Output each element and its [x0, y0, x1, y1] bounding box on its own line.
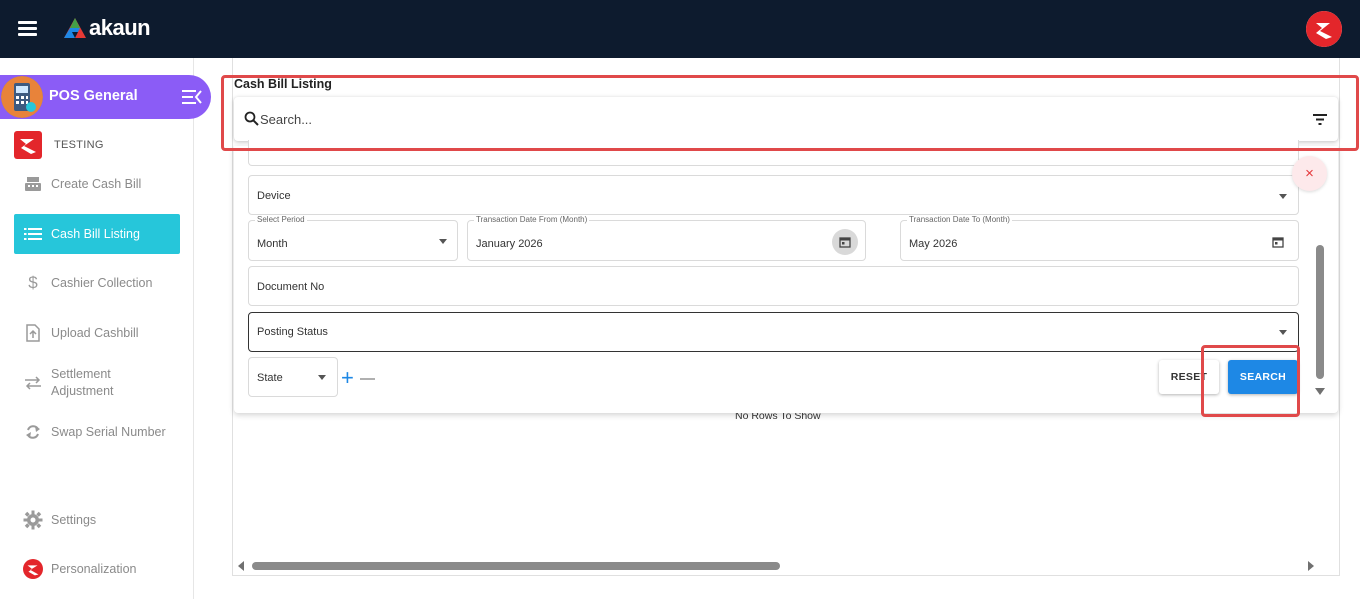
scroll-left-arrow-icon[interactable]	[238, 561, 244, 571]
dropdown-arrow-icon	[1279, 194, 1287, 199]
add-condition-icon[interactable]: +	[341, 367, 354, 389]
sidebar-item-settings[interactable]: Settings	[14, 500, 180, 540]
search-button-highlight	[1201, 345, 1300, 417]
dropdown-arrow-icon	[439, 239, 447, 244]
org-logo-icon	[23, 558, 43, 580]
select-period-value: Month	[257, 238, 288, 250]
user-avatar[interactable]	[1306, 11, 1342, 47]
sidebar-item-label: Upload Cashbill	[51, 326, 139, 340]
swap-arrows-icon	[23, 376, 43, 390]
pos-app-icon	[1, 76, 43, 118]
calendar-icon	[1272, 237, 1284, 248]
horizontal-scrollbar[interactable]	[233, 558, 1319, 573]
sidebar-item-personalization[interactable]: Personalization	[14, 549, 180, 589]
transaction-date-to-field[interactable]: Transaction Date To (Month) May 2026	[900, 215, 1299, 261]
sidebar-item-cash-bill-listing[interactable]: Cash Bill Listing	[14, 214, 180, 254]
state-dropdown[interactable]: State	[248, 357, 338, 397]
sidebar-item-cashier-collection[interactable]: $ Cashier Collection	[14, 263, 180, 303]
horizontal-scrollbar-thumb[interactable]	[252, 562, 780, 570]
app-switcher[interactable]: POS General	[0, 75, 211, 119]
label-line-2: Adjustment	[51, 384, 114, 398]
top-bar: akaun	[0, 0, 1360, 58]
calendar-icon	[839, 237, 851, 248]
posting-status-placeholder: Posting Status	[257, 326, 328, 338]
dropdown-arrow-icon	[318, 375, 326, 380]
sidebar-item-label: Settings	[51, 513, 97, 527]
upload-file-icon	[23, 324, 43, 342]
close-icon: ×	[1305, 165, 1314, 182]
collapse-sidebar-icon[interactable]	[181, 88, 203, 106]
device-placeholder: Device	[257, 190, 291, 202]
cash-register-icon	[23, 176, 43, 192]
calendar-button-to[interactable]	[1265, 229, 1291, 255]
calendar-button-from[interactable]	[832, 229, 858, 255]
org-logo-icon	[14, 131, 42, 159]
transaction-date-from-field[interactable]: Transaction Date From (Month) January 20…	[467, 215, 866, 261]
sidebar-item-swap-serial-number[interactable]: Swap Serial Number	[14, 412, 180, 452]
state-label: State	[257, 372, 283, 384]
dollar-icon: $	[28, 273, 38, 292]
select-period-dropdown[interactable]: Select Period Month	[248, 215, 458, 261]
sidebar-item-create-cash-bill[interactable]: Create Cash Bill	[14, 164, 180, 204]
brand-name: akaun	[89, 15, 151, 40]
sidebar: POS General TESTING Create Cash Bill Cas…	[0, 58, 211, 599]
sidebar-item-upload-cashbill[interactable]: Upload Cashbill	[14, 313, 180, 353]
search-bar-highlight	[221, 75, 1359, 151]
sidebar-item-label: Cash Bill Listing	[51, 227, 140, 241]
device-select[interactable]: Device	[248, 175, 1299, 215]
remove-condition-icon[interactable]	[360, 378, 375, 380]
scroll-down-arrow-icon[interactable]	[1315, 388, 1325, 395]
sidebar-item-label: Settlement Adjustment	[51, 366, 114, 400]
document-no-placeholder: Document No	[257, 281, 325, 293]
sidebar-item-label: Cashier Collection	[51, 276, 153, 290]
date-to-label: Transaction Date To (Month)	[907, 215, 1012, 224]
date-from-value: January 2026	[476, 238, 543, 250]
label-line-1: Settlement	[51, 367, 111, 381]
sidebar-item-label: Create Cash Bill	[51, 177, 142, 191]
akaun-logo-icon	[64, 18, 86, 38]
scroll-right-arrow-icon[interactable]	[1308, 561, 1314, 571]
sidebar-item-label: Swap Serial Number	[51, 425, 166, 439]
sidebar-item-settlement-adjustment[interactable]: Settlement Adjustment	[14, 363, 180, 403]
vertical-scrollbar-thumb[interactable]	[1316, 245, 1324, 379]
list-icon	[23, 227, 43, 241]
dropdown-arrow-icon	[1279, 330, 1287, 335]
app-title: POS General	[49, 88, 138, 104]
akaun-logo[interactable]: akaun	[63, 14, 151, 42]
gear-icon	[23, 510, 43, 530]
org-row[interactable]: TESTING	[14, 131, 104, 159]
date-from-label: Transaction Date From (Month)	[474, 215, 590, 224]
sidebar-item-label: Personalization	[51, 562, 137, 576]
select-period-label: Select Period	[255, 215, 307, 224]
posting-status-select[interactable]: Posting Status	[248, 312, 1299, 352]
sync-icon	[23, 423, 43, 441]
document-no-input[interactable]: Document No	[248, 266, 1299, 306]
org-logo-icon	[1306, 11, 1342, 47]
date-to-value: May 2026	[909, 238, 958, 250]
org-name: TESTING	[54, 139, 104, 151]
close-filter-button[interactable]: ×	[1292, 156, 1327, 191]
hamburger-menu-icon[interactable]	[18, 21, 37, 36]
